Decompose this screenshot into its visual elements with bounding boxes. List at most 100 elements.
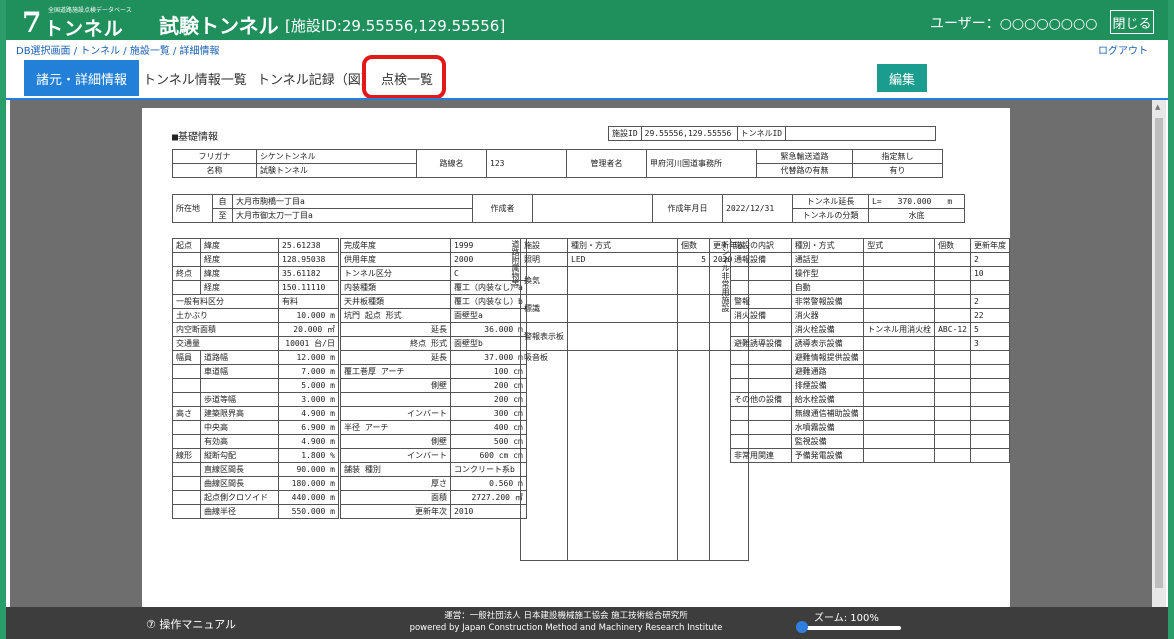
- scroll-up-arrow-icon[interactable]: ▲: [1155, 103, 1160, 111]
- cell: 監視設備: [790, 434, 865, 449]
- cell: 避難通路: [790, 364, 865, 379]
- cell: インバート: [340, 406, 451, 421]
- cell: 道路幅: [200, 350, 279, 365]
- cell: 車道幅: [200, 364, 279, 379]
- cell: 180.000 m: [278, 476, 339, 491]
- cell: [934, 280, 971, 295]
- facility-id-value: 29.55556,129.55556: [640, 126, 738, 141]
- cell: 10.000 m: [278, 308, 339, 323]
- cell: [934, 336, 971, 351]
- zoom-slider-handle[interactable]: [796, 621, 808, 633]
- cell: [677, 266, 710, 295]
- location-label: 所在地: [172, 194, 213, 223]
- from-label: 自: [212, 194, 233, 209]
- cell: 縦断勾配: [200, 448, 279, 463]
- tunnel-id-label: トンネルID: [736, 126, 787, 141]
- cell: [863, 420, 936, 435]
- cell: [934, 350, 971, 365]
- location-table: 所在地 自 大月市駒橋一丁目a 作成者 作成年月日 2022/12/31 トンネ…: [172, 194, 965, 223]
- cell: [934, 252, 971, 267]
- cell: 10001 台/日: [278, 336, 339, 351]
- name-value: 試験トンネル: [256, 163, 417, 178]
- cell: 有料: [278, 294, 339, 309]
- cell: 22: [969, 308, 1010, 323]
- cell: 歩道等幅: [200, 392, 279, 407]
- manual-label: 操作マニュアル: [159, 618, 237, 631]
- cell: 10: [969, 266, 1010, 281]
- equip-header: 個数: [677, 238, 710, 253]
- cell: 中央高: [200, 420, 279, 435]
- length-value: L= 370.000 m: [868, 194, 965, 209]
- cell: [340, 392, 451, 407]
- emergency-route-label: 緊急輸送道路: [756, 149, 853, 164]
- cell: [934, 392, 971, 407]
- cell: [969, 406, 1010, 421]
- cell: 舗装 種別: [340, 462, 451, 477]
- equip-header: 種別・方式: [567, 238, 678, 253]
- cell: 給水栓設備: [790, 392, 865, 407]
- cell: 36.000 m: [450, 322, 527, 337]
- cell: 覆工巻厚 アーチ: [340, 364, 451, 379]
- cell: [934, 434, 971, 449]
- cell: 覆工（内装なし）b: [450, 294, 527, 309]
- cell: [172, 420, 201, 435]
- cell: 37.000 m: [450, 350, 527, 365]
- cell: 300 cm: [450, 406, 527, 421]
- cell: [730, 420, 792, 435]
- scrollbar-thumb[interactable]: [1155, 118, 1163, 588]
- zoom-slider[interactable]: [801, 626, 901, 630]
- edit-button[interactable]: 編集: [877, 64, 927, 92]
- cell: 排煙設備: [790, 378, 865, 393]
- cell: [677, 322, 710, 351]
- cell: 面壁型b: [450, 336, 527, 351]
- cell: 3: [969, 336, 1010, 351]
- user-name: ユーザー：○○○○○○○○: [930, 16, 1098, 32]
- cell: [863, 364, 936, 379]
- cell: 曲線区間長: [200, 476, 279, 491]
- cell: [172, 364, 201, 379]
- cell: 440.000 m: [278, 490, 339, 505]
- author-label: 作成者: [472, 194, 533, 223]
- cell: 内装種類: [340, 280, 451, 295]
- manual-link[interactable]: ⑦ 操作マニュアル: [146, 616, 236, 632]
- cell: 2: [969, 294, 1010, 309]
- cell: 終点 形式: [340, 336, 451, 351]
- cell: 面壁型a: [450, 308, 527, 323]
- close-button[interactable]: 閉じる: [1110, 10, 1154, 34]
- cell: 標識: [520, 294, 568, 323]
- detour-value: 有り: [852, 163, 943, 178]
- cell: [969, 420, 1010, 435]
- structure-left-table: 起点 緯度 25.61238 経度 128.95038 終点 緯度 35.61182 経度…: [172, 238, 339, 519]
- cell: [934, 364, 971, 379]
- to-value: 大月市御太刀一丁目a: [232, 208, 473, 223]
- cell: 曲線半径: [200, 504, 279, 519]
- cell: 線形: [172, 448, 201, 463]
- cell: 20.000 ㎡: [278, 322, 339, 337]
- cell: 幅員: [172, 350, 201, 365]
- manager-value: 甲府河川国道事務所: [646, 149, 757, 178]
- cell: [863, 294, 936, 309]
- tunnel-id-value: [785, 126, 937, 141]
- tab-tunnel-info-list[interactable]: トンネル情報一覧: [143, 60, 247, 96]
- emg-header: 種別・方式: [790, 238, 865, 253]
- cell: 100 cm: [450, 364, 527, 379]
- document-page: ■基礎情報 施設ID 29.55556,129.55556 トンネルID フリガ…: [142, 108, 1010, 607]
- cell: [730, 280, 792, 295]
- cell: [863, 266, 936, 281]
- tab-details[interactable]: 諸元・詳細情報: [24, 60, 140, 96]
- logout-link[interactable]: ログアウト: [1098, 42, 1148, 57]
- breadcrumb[interactable]: DB選択画面 / トンネル / 施設一覧 / 詳細情報: [16, 42, 220, 57]
- cell: 通話型: [790, 252, 865, 267]
- zoom-label: ズーム: 100%: [814, 613, 879, 624]
- cell: [969, 378, 1010, 393]
- operator-line-1: 運営：一般社団法人 日本建設機械施工協会 施工技術総合研究所: [444, 611, 688, 621]
- highlight-outline: [362, 55, 446, 99]
- cell: [863, 336, 936, 351]
- cell: 2010: [450, 504, 527, 519]
- cell: [863, 434, 936, 449]
- app-logo[interactable]: 7 全国道路施設点検データベース トンネルDB: [22, 4, 147, 63]
- cell: 供用年度: [340, 252, 451, 267]
- tab-tunnel-records[interactable]: トンネル記録（図）: [257, 60, 374, 96]
- cell: 高さ: [172, 406, 201, 421]
- cell: 天井板種類: [340, 294, 451, 309]
